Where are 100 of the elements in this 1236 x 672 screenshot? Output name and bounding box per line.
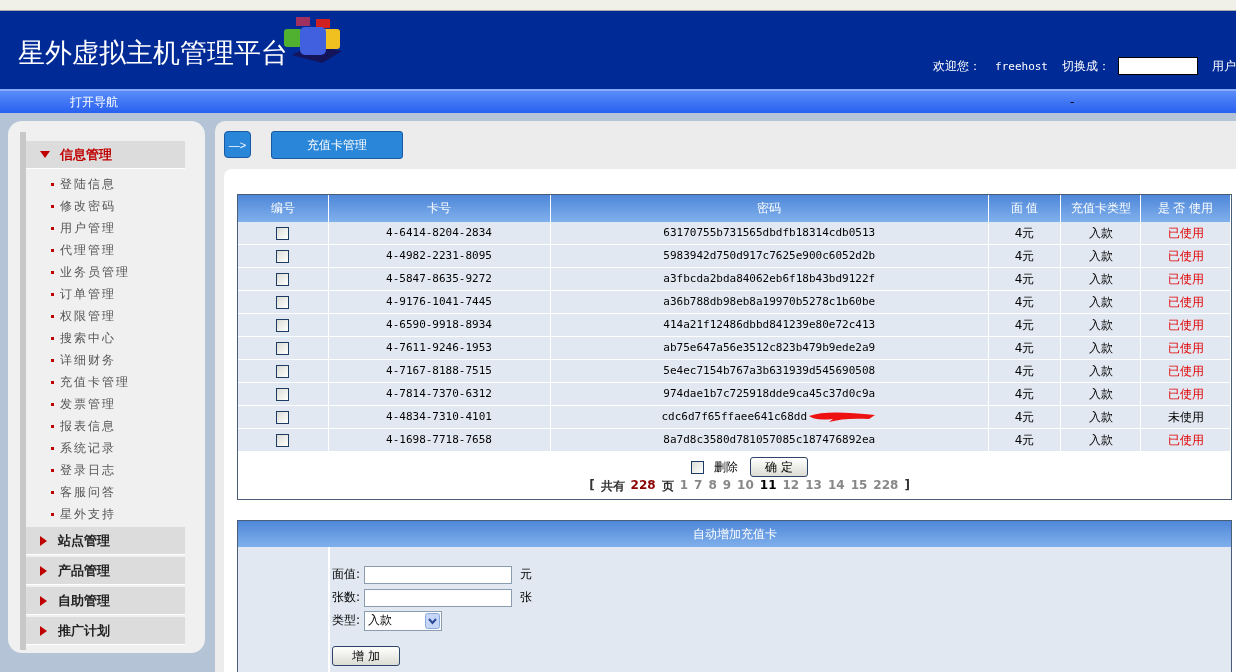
page-link[interactable]: 10 [737, 478, 754, 495]
table-cell: 8a7d8c3580d781057085c187476892ea [663, 433, 876, 447]
menu-item[interactable]: 报表信息 [60, 417, 116, 435]
input-field[interactable] [364, 588, 513, 607]
table-cell: 4-4834-7310-4101 [328, 405, 550, 429]
caret-right-icon [40, 565, 48, 576]
menu-group-header[interactable]: 信息管理 [26, 141, 185, 169]
menu-item[interactable]: 发票管理 [60, 395, 116, 413]
menu-group-header[interactable]: 推广计划 [26, 617, 185, 645]
row-checkbox[interactable] [276, 342, 290, 355]
page-link[interactable]: 9 [722, 478, 732, 495]
delete-label: 删除 [714, 458, 739, 476]
input-field[interactable] [364, 565, 513, 584]
bullet-icon [51, 380, 54, 384]
caret-right-icon [40, 535, 48, 546]
menu-item[interactable]: 充值卡管理 [60, 373, 130, 391]
switch-user-field[interactable] [1118, 57, 1198, 75]
switch-label: 切换成： [1062, 57, 1110, 75]
menu-item[interactable]: 权限管理 [60, 307, 116, 325]
caret-right-icon [40, 625, 48, 636]
table-cell: 4-7167-8188-7515 [328, 359, 550, 383]
table-cell: 4-1698-7718-7658 [328, 428, 550, 452]
table-cell: 4-6414-8204-2834 [328, 222, 550, 245]
menu-item[interactable]: 搜索中心 [60, 329, 116, 347]
unit-label: 张 [520, 589, 533, 606]
type-dropdown[interactable]: 入款 [364, 610, 443, 631]
row-checkbox[interactable] [276, 411, 290, 424]
bullet-icon [51, 204, 54, 208]
menu-item[interactable]: 订单管理 [60, 285, 116, 303]
row-checkbox[interactable] [276, 296, 290, 309]
unit-label: 元 [520, 566, 533, 583]
menu-group-header[interactable]: 产品管理 [26, 557, 185, 585]
table-cell: 414a21f12486dbbd841239e80e72c413 [663, 318, 876, 332]
row-checkbox[interactable] [276, 273, 290, 286]
collapse-marker[interactable]: - [1070, 95, 1075, 109]
caret-down-icon [40, 150, 50, 159]
table-cell: 5e4ec7154b767a3b631939d545690508 [663, 364, 876, 378]
bullet-icon [51, 292, 54, 296]
add-button[interactable]: 增 加 [332, 646, 400, 666]
field-label: 面值: [332, 566, 361, 583]
bullet-icon [51, 358, 54, 362]
bullet-icon [51, 182, 54, 186]
page-link[interactable]: 8 [708, 478, 717, 495]
bracket: [ [589, 478, 595, 494]
row-checkbox[interactable] [276, 388, 290, 401]
menu-item[interactable]: 修改密码 [60, 197, 116, 215]
page-link[interactable]: 7 [694, 478, 703, 495]
column-header: 编号 [238, 195, 328, 222]
bullet-icon [51, 226, 54, 230]
page-link[interactable]: 11 [759, 478, 777, 495]
page-link[interactable]: 15 [850, 478, 868, 495]
column-header: 是 否 使用 [1140, 195, 1231, 222]
menu-group-header[interactable]: 站点管理 [26, 527, 185, 555]
menu-item[interactable]: 业务员管理 [60, 263, 130, 281]
row-checkbox[interactable] [276, 319, 290, 332]
expand-arrow-button[interactable]: —> [224, 131, 251, 158]
confirm-button[interactable]: 确 定 [750, 457, 808, 477]
open-navigation-link[interactable]: 打开导航 [70, 93, 118, 111]
site-title: 星外虚拟主机管理平台 [18, 36, 288, 70]
table-cell: a3fbcda2bda84062eb6f18b43bd9122f [663, 272, 876, 286]
menu-item[interactable]: 系统记录 [60, 439, 116, 457]
menu-item[interactable]: 详细财务 [60, 351, 116, 369]
table-cell: a36b788db98eb8a19970b5278c1b60be [663, 295, 876, 309]
table-cell: 4-4982-2231-8095 [328, 244, 550, 268]
row-checkbox[interactable] [276, 434, 290, 447]
delete-checkbox[interactable] [691, 460, 705, 474]
menu-item[interactable]: 登录日志 [60, 461, 116, 479]
menu-item[interactable]: 星外支持 [60, 505, 116, 523]
page-link[interactable]: 1 [679, 478, 689, 495]
page-tab[interactable]: 充值卡管理 [271, 131, 403, 159]
bullet-icon [51, 468, 54, 472]
row-checkbox[interactable] [276, 365, 290, 378]
menu-group-header[interactable]: 自助管理 [26, 587, 185, 615]
menu-item[interactable]: 代理管理 [60, 241, 116, 259]
total-label: 共有 [600, 478, 625, 495]
table-cell: 63170755b731565dbdfb18314cdb0513 [663, 226, 876, 240]
page-link[interactable]: 14 [827, 478, 845, 495]
page-unit: 页 [661, 478, 674, 495]
table-cell: 4-9176-1041-7445 [328, 290, 550, 314]
menu-item[interactable]: 用户管理 [60, 219, 116, 237]
table-cell: 入款 [1060, 222, 1141, 245]
status-cell: 已使用 [1140, 222, 1231, 245]
row-checkbox[interactable] [276, 227, 290, 240]
bullet-icon [51, 512, 54, 516]
table-cell: 4-7611-9246-1953 [328, 336, 550, 360]
bullet-icon [51, 314, 54, 318]
menu-item[interactable]: 客服问答 [60, 483, 116, 501]
page-link[interactable]: 12 [782, 478, 800, 495]
bullet-icon [51, 446, 54, 450]
bullet-icon [51, 248, 54, 252]
table-cell: cdc6d7f65ffaee641c68dd [661, 410, 808, 424]
page-link[interactable]: 13 [805, 478, 822, 495]
table-cell: 4-5847-8635-9272 [328, 267, 550, 291]
column-header: 面 值 [988, 195, 1061, 222]
row-checkbox[interactable] [276, 250, 290, 263]
menu-item[interactable]: 登陆信息 [60, 175, 116, 193]
table-cell: 4-7814-7370-6312 [328, 382, 550, 406]
welcome-label: 欢迎您： [933, 57, 981, 75]
bullet-icon [51, 490, 54, 494]
page-link[interactable]: 228 [873, 478, 899, 495]
